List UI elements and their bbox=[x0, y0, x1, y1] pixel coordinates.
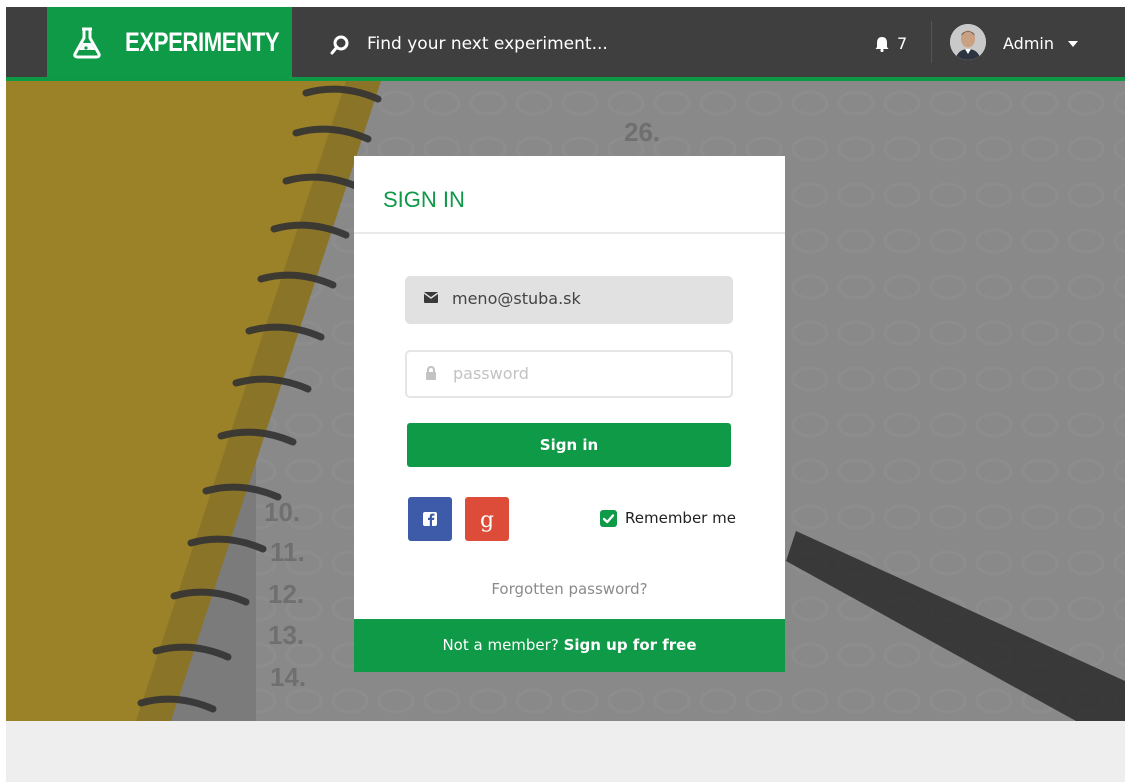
check-icon bbox=[602, 514, 615, 524]
google-plus-icon: g bbox=[480, 508, 494, 533]
lock-icon bbox=[426, 366, 436, 380]
password-field[interactable]: password bbox=[405, 350, 733, 398]
signup-link[interactable]: Sign up for free bbox=[564, 636, 697, 654]
svg-text:10.: 10. bbox=[264, 497, 300, 527]
brand-logo[interactable]: EXPERIMENTY bbox=[47, 7, 292, 81]
navbar-divider bbox=[931, 21, 932, 63]
login-card: SIGN IN meno@stuba.sk password Sign in g… bbox=[354, 156, 785, 672]
brand-name: EXPERIMENTY bbox=[125, 27, 280, 57]
card-divider bbox=[354, 232, 785, 234]
login-title: SIGN IN bbox=[383, 187, 465, 212]
facebook-icon bbox=[423, 512, 437, 526]
flask-icon bbox=[73, 27, 101, 59]
user-avatar-icon bbox=[950, 24, 986, 60]
signup-footer: Not a member? Sign up for free bbox=[354, 619, 785, 672]
remember-me-label[interactable]: Remember me bbox=[625, 509, 736, 527]
svg-text:14.: 14. bbox=[270, 662, 306, 692]
google-plus-login-button[interactable]: g bbox=[465, 497, 509, 541]
password-placeholder: password bbox=[453, 364, 529, 383]
avatar[interactable] bbox=[950, 24, 986, 60]
svg-text:12.: 12. bbox=[268, 579, 304, 609]
notification-count[interactable]: 7 bbox=[897, 34, 907, 53]
page-footer-area bbox=[6, 721, 1125, 782]
top-navbar: EXPERIMENTY Find your next experiment...… bbox=[6, 7, 1125, 81]
remember-me-checkbox[interactable] bbox=[600, 510, 617, 527]
search-input[interactable]: Find your next experiment... bbox=[367, 34, 608, 54]
bell-icon[interactable] bbox=[875, 36, 889, 52]
email-value: meno@stuba.sk bbox=[452, 289, 581, 308]
facebook-login-button[interactable] bbox=[408, 497, 452, 541]
forgotten-password-link[interactable]: Forgotten password? bbox=[354, 580, 785, 598]
svg-text:26.: 26. bbox=[624, 117, 660, 147]
email-field[interactable]: meno@stuba.sk bbox=[405, 276, 733, 324]
user-name[interactable]: Admin bbox=[1003, 34, 1054, 53]
signup-prompt: Not a member? bbox=[442, 636, 559, 654]
caret-down-icon[interactable] bbox=[1068, 41, 1078, 47]
search-icon[interactable] bbox=[330, 35, 350, 55]
sign-in-button[interactable]: Sign in bbox=[407, 423, 731, 467]
svg-text:g: g bbox=[480, 508, 494, 533]
svg-text:11.: 11. bbox=[270, 537, 305, 567]
svg-text:13.: 13. bbox=[268, 620, 304, 650]
envelope-icon bbox=[424, 292, 438, 303]
